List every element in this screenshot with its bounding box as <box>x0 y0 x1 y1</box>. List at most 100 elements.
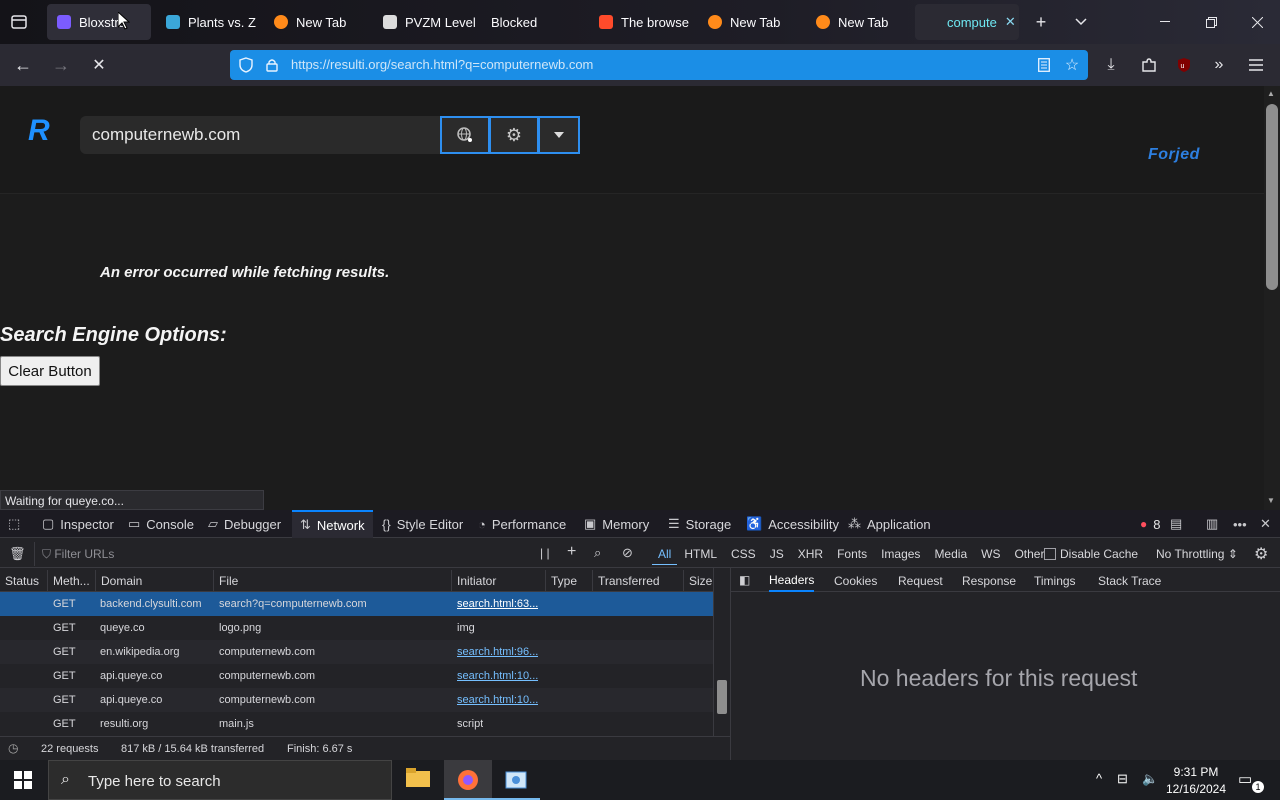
col-domain[interactable]: Domain <box>96 570 214 592</box>
col-transferred[interactable]: Transferred <box>593 570 684 592</box>
error-count-badge[interactable]: ● 8 <box>1140 510 1160 538</box>
network-status-icon[interactable]: ⊟ <box>1117 771 1128 787</box>
close-devtools-icon[interactable]: ✕ <box>1260 510 1271 538</box>
site-logo[interactable]: R <box>28 114 50 148</box>
hamburger-menu-icon[interactable] <box>1245 55 1267 75</box>
tab-response[interactable]: Response <box>962 570 1016 592</box>
firefox-view-icon[interactable] <box>8 12 30 32</box>
tab-headers[interactable]: Headers <box>769 570 815 592</box>
tab-inspector[interactable]: ▢ Inspector <box>42 510 114 538</box>
tab-plants-vs-zombies[interactable]: Plants vs. Z <box>156 4 260 40</box>
filter-all[interactable]: All <box>652 544 678 565</box>
col-status[interactable]: Status <box>0 570 48 592</box>
minimize-icon[interactable] <box>1154 12 1176 32</box>
table-row[interactable]: GET en.wikipedia.org computernewb.com se… <box>0 640 713 664</box>
restore-icon[interactable] <box>1200 12 1222 32</box>
show-hidden-icons-chevron[interactable]: ^ <box>1096 771 1102 786</box>
tab-new-tab-3[interactable]: New Tab <box>806 4 910 40</box>
stop-loading-icon[interactable]: ✕ <box>88 55 110 75</box>
tab-bloxstrap[interactable]: Bloxstra <box>47 4 151 40</box>
ublock-origin-icon[interactable]: u <box>1174 55 1194 75</box>
overflow-menu-chevrons-icon[interactable]: » <box>1208 55 1230 75</box>
bookmark-star-icon[interactable]: ☆ <box>1062 55 1082 75</box>
request-list-scrollbar[interactable] <box>713 568 730 736</box>
clock-date[interactable]: 12/16/2024 <box>1162 782 1230 796</box>
forward-arrow-icon[interactable]: → <box>50 55 72 75</box>
col-method[interactable]: Meth... <box>48 570 96 592</box>
options-dropdown-button[interactable] <box>538 116 580 154</box>
tab-cookies[interactable]: Cookies <box>834 570 877 592</box>
list-all-tabs-chevron-icon[interactable] <box>1070 12 1092 32</box>
pick-element-icon[interactable]: ⬚ <box>8 510 20 538</box>
settings-button[interactable]: ⚙ <box>489 116 539 154</box>
brand-logo[interactable]: Forjed <box>1148 146 1200 164</box>
filter-html[interactable]: HTML <box>677 544 724 564</box>
tab-console[interactable]: ▭ Console <box>128 510 194 538</box>
taskbar-search-box[interactable]: ⌕ Type here to search <box>48 760 392 800</box>
table-row[interactable]: GET api.queye.co computernewb.com search… <box>0 664 713 688</box>
disable-cache-checkbox[interactable] <box>1044 548 1056 560</box>
block-icon[interactable]: ⊘ <box>622 545 633 561</box>
filter-js[interactable]: JS <box>763 544 791 564</box>
tab-debugger[interactable]: ▱ Debugger <box>208 510 281 538</box>
filter-ws[interactable]: WS <box>974 544 1007 564</box>
tab-application[interactable]: ⁂ Application <box>848 510 931 538</box>
filter-css[interactable]: CSS <box>724 544 763 564</box>
table-row[interactable]: GET queye.co logo.png img <box>0 616 713 640</box>
col-type[interactable]: Type <box>546 570 593 592</box>
url-bar[interactable]: https://resulti.org/search.html?q=comput… <box>230 50 1088 80</box>
col-size[interactable]: Size <box>684 570 713 592</box>
performance-analysis-icon[interactable]: ◷ <box>8 741 18 755</box>
filter-xhr[interactable]: XHR <box>791 544 830 564</box>
lock-icon[interactable] <box>262 55 282 75</box>
tab-close-icon[interactable]: ✕ <box>1005 14 1016 30</box>
tab-timings[interactable]: Timings <box>1034 570 1076 592</box>
search-globe-button[interactable] <box>440 116 490 154</box>
tab-pvzm-level[interactable]: PVZM Level <box>373 4 477 40</box>
filter-urls-input[interactable]: ⛉ Filter URLs <box>42 547 114 562</box>
tab-style-editor[interactable]: {} Style Editor <box>382 510 463 538</box>
filter-fonts[interactable]: Fonts <box>830 544 874 564</box>
scroll-down-icon[interactable]: ▼ <box>1267 496 1275 505</box>
network-settings-gear-icon[interactable]: ⚙ <box>1254 544 1268 564</box>
taskbar-app[interactable] <box>492 760 540 800</box>
col-initiator[interactable]: Initiator <box>452 570 546 592</box>
col-file[interactable]: File <box>214 570 452 592</box>
tab-memory[interactable]: ▣ Memory <box>584 510 649 538</box>
tracking-protection-shield-icon[interactable] <box>236 55 256 75</box>
tab-the-browser[interactable]: The browse <box>589 4 693 40</box>
tab-stack-trace[interactable]: Stack Trace <box>1098 570 1161 592</box>
tab-request[interactable]: Request <box>898 570 943 592</box>
downloads-icon[interactable]: ⤓ <box>1100 55 1122 75</box>
tab-storage[interactable]: ☰ Storage <box>668 510 731 538</box>
table-row[interactable]: GET api.queye.co computernewb.com search… <box>0 688 713 712</box>
table-row[interactable]: GET resulti.org main.js script <box>0 712 713 736</box>
windows-start-icon[interactable] <box>14 771 32 794</box>
volume-muted-icon[interactable]: 🔈 <box>1142 771 1158 787</box>
tab-new-tab-2[interactable]: New Tab <box>698 4 802 40</box>
toggle-sidebar-icon[interactable]: ◧ <box>739 573 750 587</box>
file-explorer-icon[interactable] <box>406 768 430 790</box>
tab-computernewb[interactable]: compute ✕ <box>915 4 1019 40</box>
extensions-puzzle-icon[interactable] <box>1138 55 1160 75</box>
more-options-icon[interactable]: ••• <box>1233 510 1247 538</box>
clear-button[interactable]: Clear Button <box>0 356 100 386</box>
disable-cache-toggle[interactable]: Disable Cache <box>1044 547 1138 561</box>
tab-new-tab-1[interactable]: New Tab <box>264 4 368 40</box>
search-box[interactable] <box>80 116 440 154</box>
tab-accessibility[interactable]: ♿ Accessibility <box>746 510 839 538</box>
taskbar-firefox[interactable] <box>444 760 492 800</box>
new-tab-plus-icon[interactable]: + <box>1030 12 1052 32</box>
close-window-icon[interactable] <box>1246 12 1268 32</box>
search-icon[interactable]: ⌕ <box>594 545 601 561</box>
tab-network[interactable]: ⇅ Network <box>292 510 373 538</box>
scrollbar-thumb[interactable] <box>717 680 727 714</box>
search-input[interactable] <box>80 116 440 154</box>
reader-view-icon[interactable] <box>1034 55 1054 75</box>
trash-clear-icon[interactable]: 🗑 <box>9 546 26 562</box>
back-arrow-icon[interactable]: ← <box>12 55 34 75</box>
filter-media[interactable]: Media <box>927 544 974 564</box>
notifications-icon[interactable]: ▭ <box>1238 770 1252 788</box>
clock-time[interactable]: 9:31 PM <box>1166 765 1226 779</box>
pause-icon[interactable]: | | <box>540 546 550 560</box>
